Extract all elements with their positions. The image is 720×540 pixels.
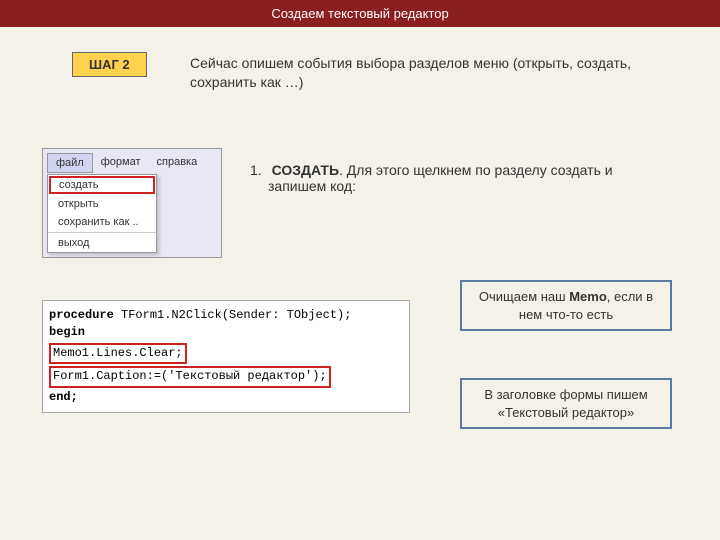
instruction-number: 1. (250, 162, 262, 178)
dropdown-item-exit[interactable]: выход (48, 234, 156, 252)
instruction-text: 1. СОЗДАТЬ. Для этого щелкнем по разделу… (250, 162, 680, 194)
code-line-3: Memo1.Lines.Clear; (49, 343, 187, 364)
dropdown-separator (48, 232, 156, 233)
callout-memo-before: Очищаем наш (479, 289, 569, 304)
dropdown-item-open[interactable]: открыть (48, 195, 156, 213)
menubar-item-file[interactable]: файл (47, 153, 93, 173)
step-description: Сейчас опишем события выбора разделов ме… (190, 54, 650, 92)
menu-screenshot: файл формат справка создать открыть сохр… (42, 148, 222, 258)
code-line-1: procedure TForm1.N2Click(Sender: TObject… (49, 307, 403, 324)
menubar-item-help[interactable]: справка (149, 153, 206, 173)
page-header: Создаем текстовый редактор (0, 0, 720, 27)
callout-memo-bold: Memo (569, 289, 607, 304)
menubar-item-format[interactable]: формат (93, 153, 149, 173)
callout-memo: Очищаем наш Memo, если в нем что-то есть (460, 280, 672, 331)
callout-caption: В заголовке формы пишем «Текстовый редак… (460, 378, 672, 429)
page-title: Создаем текстовый редактор (271, 6, 448, 21)
instruction-line2: запишем код: (268, 178, 680, 194)
code-line-4: Form1.Caption:=('Текстовый редактор'); (49, 366, 331, 387)
file-dropdown: создать открыть сохранить как .. выход (47, 174, 157, 253)
instruction-tail: . Для этого щелкнем по разделу создать и (339, 162, 613, 178)
menubar: файл формат справка (47, 153, 217, 173)
step-label: ШАГ 2 (89, 57, 130, 72)
instruction-bold: СОЗДАТЬ (272, 162, 339, 178)
code-block: procedure TForm1.N2Click(Sender: TObject… (42, 300, 410, 413)
dropdown-item-saveas[interactable]: сохранить как .. (48, 213, 156, 231)
code-line-5: end; (49, 389, 403, 406)
dropdown-item-create[interactable]: создать (49, 176, 155, 194)
step-badge: ШАГ 2 (72, 52, 147, 77)
code-line-2: begin (49, 324, 403, 341)
